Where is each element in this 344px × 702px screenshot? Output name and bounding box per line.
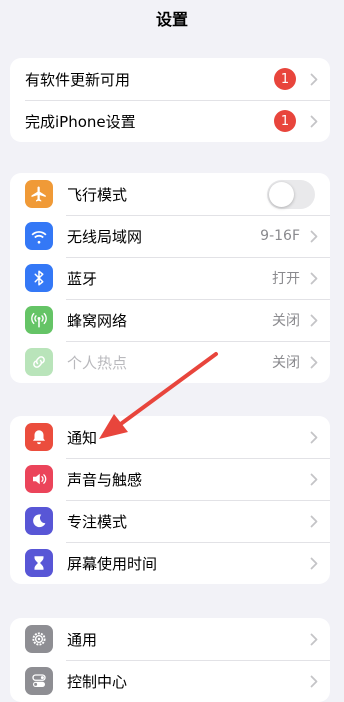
moon-icon: [25, 507, 53, 535]
screen-time-row[interactable]: 屏幕使用时间: [10, 542, 330, 584]
hotspot-status: 关闭: [272, 355, 300, 371]
chevron-right-icon: [310, 515, 318, 527]
airplane-mode-row: 飞行模式: [10, 173, 330, 215]
bluetooth-status: 打开: [272, 271, 300, 287]
bell-icon: [25, 423, 53, 451]
chevron-right-icon: [310, 633, 318, 645]
notifications-label: 通知: [67, 428, 98, 447]
chevron-right-icon: [310, 557, 318, 569]
hotspot-label: 个人热点: [67, 353, 128, 372]
toggle-knob: [269, 181, 294, 207]
cellular-label: 蜂窝网络: [67, 311, 128, 330]
wifi-network-name: 9-16F: [260, 228, 300, 244]
setup-badge: 1: [274, 110, 296, 132]
bluetooth-row[interactable]: 蓝牙 打开: [10, 257, 330, 299]
toggles-icon: [25, 667, 53, 695]
bluetooth-label: 蓝牙: [67, 269, 98, 288]
sounds-haptics-label: 声音与触感: [67, 470, 143, 489]
chevron-right-icon: [310, 431, 318, 443]
software-update-label: 有软件更新可用: [25, 70, 131, 89]
speaker-icon: [25, 465, 53, 493]
hotspot-icon: [25, 348, 53, 376]
general-label: 通用: [67, 630, 98, 649]
chevron-right-icon: [310, 473, 318, 485]
wifi-label: 无线局域网: [67, 227, 143, 246]
notifications-row[interactable]: 通知: [10, 416, 330, 458]
focus-label: 专注模式: [67, 512, 128, 531]
chevron-right-icon: [310, 675, 318, 687]
control-center-label: 控制中心: [67, 672, 128, 691]
connectivity-group: 飞行模式 无线局域网 9-16F 蓝牙 打开 蜂窝网络 关闭 个人热点 关闭: [10, 173, 330, 383]
chevron-right-icon: [310, 230, 318, 242]
general-group: 通用 控制中心: [10, 618, 330, 702]
cellular-status: 关闭: [272, 313, 300, 329]
cellular-icon: [25, 306, 53, 334]
chevron-right-icon: [310, 314, 318, 326]
page-title: 设置: [155, 10, 188, 29]
hourglass-icon: [25, 549, 53, 577]
screen-time-label: 屏幕使用时间: [67, 554, 158, 573]
bluetooth-icon: [25, 264, 53, 292]
control-center-row[interactable]: 控制中心: [10, 660, 330, 702]
chevron-right-icon: [310, 272, 318, 284]
finish-iphone-setup-row[interactable]: 完成iPhone设置 1: [10, 100, 330, 142]
airplane-mode-toggle[interactable]: [267, 179, 315, 209]
gear-icon: [25, 625, 53, 653]
airplane-mode-label: 飞行模式: [67, 185, 128, 204]
software-update-row[interactable]: 有软件更新可用 1: [10, 58, 330, 100]
airplane-icon: [25, 180, 53, 208]
notifications-group: 通知 声音与触感 专注模式 屏幕使用时间: [10, 416, 330, 584]
wifi-row[interactable]: 无线局域网 9-16F: [10, 215, 330, 257]
updates-group: 有软件更新可用 1 完成iPhone设置 1: [10, 58, 330, 142]
wifi-icon: [25, 222, 53, 250]
finish-setup-label: 完成iPhone设置: [25, 112, 136, 131]
update-badge: 1: [274, 68, 296, 90]
sounds-haptics-row[interactable]: 声音与触感: [10, 458, 330, 500]
general-row[interactable]: 通用: [10, 618, 330, 660]
focus-row[interactable]: 专注模式: [10, 500, 330, 542]
cellular-row[interactable]: 蜂窝网络 关闭: [10, 299, 330, 341]
chevron-right-icon: [310, 356, 318, 368]
chevron-right-icon: [310, 115, 318, 127]
chevron-right-icon: [310, 73, 318, 85]
personal-hotspot-row[interactable]: 个人热点 关闭: [10, 341, 330, 383]
